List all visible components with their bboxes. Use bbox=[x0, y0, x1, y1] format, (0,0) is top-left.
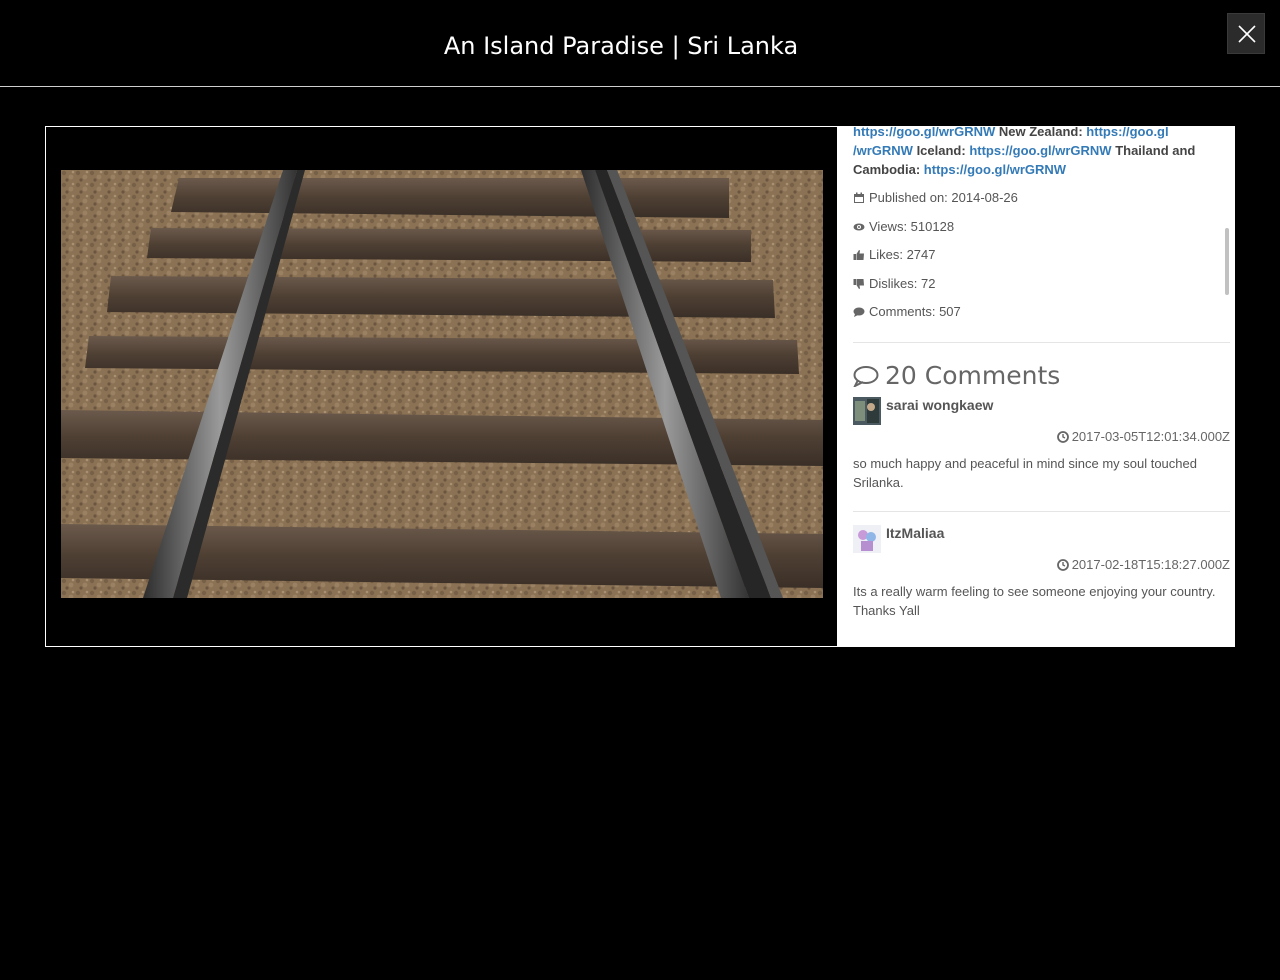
close-button[interactable] bbox=[1227, 13, 1265, 54]
video-description: https://goo.gl/wrGRNW New Zealand: https… bbox=[853, 127, 1230, 179]
comment-timestamp: 2017-02-18T15:18:27.000Z bbox=[853, 555, 1230, 575]
views-count: Views: 510128 bbox=[853, 213, 1230, 242]
thumbs-up-icon bbox=[853, 250, 864, 261]
comment-time-text: 2017-03-05T12:01:34.000Z bbox=[1071, 428, 1230, 444]
views-label: Views: 510128 bbox=[869, 218, 955, 234]
eye-icon bbox=[853, 223, 865, 231]
clock-icon bbox=[1056, 430, 1069, 443]
description-link[interactable]: /wrGRNW bbox=[853, 143, 913, 158]
comments-count: Comments: 507 bbox=[853, 298, 1230, 327]
comment-icon bbox=[853, 365, 879, 387]
modal-title: An Island Paradise | Sri Lanka bbox=[443, 32, 799, 60]
comment-text: Its a really warm feeling to see someone… bbox=[853, 583, 1216, 618]
comment-time-text: 2017-02-18T15:18:27.000Z bbox=[1071, 556, 1230, 572]
likes-count: Likes: 2747 bbox=[853, 241, 1230, 270]
calendar-icon bbox=[854, 192, 864, 204]
comment-item: ItzMaliaa 2017-02-18T15:18:27.000Z Its a… bbox=[853, 524, 1230, 620]
divider bbox=[853, 510, 1230, 512]
description-text: Iceland: bbox=[912, 143, 970, 158]
comment-author[interactable]: sarai wongkaew bbox=[886, 397, 993, 413]
published-label: Published on: 2014-08-26 bbox=[869, 190, 1018, 206]
avatar[interactable] bbox=[853, 396, 881, 425]
dislikes-label: Dislikes: 72 bbox=[869, 275, 936, 291]
dislikes-count: Dislikes: 72 bbox=[853, 270, 1230, 299]
video-player[interactable] bbox=[61, 170, 823, 598]
modal-header: An Island Paradise | Sri Lanka bbox=[0, 0, 1280, 87]
description-link[interactable]: https://goo.gl bbox=[1086, 127, 1168, 139]
comment-text: so much happy and peaceful in mind since… bbox=[853, 455, 1197, 490]
video-info-panel[interactable]: https://goo.gl/wrGRNW New Zealand: https… bbox=[837, 127, 1234, 646]
video-modal-panel: https://goo.gl/wrGRNW New Zealand: https… bbox=[45, 126, 1235, 647]
comments-heading: 20 Comments bbox=[853, 361, 1230, 391]
description-link[interactable]: https://goo.gl/wrGRNW bbox=[969, 143, 1111, 158]
clock-icon bbox=[1056, 558, 1069, 571]
close-icon bbox=[1238, 25, 1256, 43]
description-link[interactable]: https://goo.gl/wrGRNW bbox=[853, 127, 995, 139]
video-frame-railway-tracks bbox=[61, 170, 823, 598]
comment-timestamp: 2017-03-05T12:01:34.000Z bbox=[853, 427, 1230, 447]
info-scrollbar[interactable] bbox=[1225, 228, 1230, 295]
comment-author[interactable]: ItzMaliaa bbox=[886, 525, 944, 541]
comments-count-label: Comments: 507 bbox=[869, 304, 961, 320]
thumbs-down-icon bbox=[853, 278, 864, 289]
divider bbox=[853, 341, 1230, 343]
comments-heading-text: 20 Comments bbox=[885, 361, 1061, 390]
likes-label: Likes: 2747 bbox=[869, 247, 936, 263]
description-text: New Zealand: bbox=[995, 127, 1087, 139]
description-text: Cambodia: bbox=[853, 162, 924, 177]
published-date: Published on: 2014-08-26 bbox=[853, 184, 1230, 213]
description-link[interactable]: https://goo.gl/wrGRNW bbox=[924, 162, 1066, 177]
description-text: Thailand and bbox=[1111, 143, 1196, 158]
comment-icon bbox=[853, 307, 865, 318]
scrollbar-thumb[interactable] bbox=[1225, 228, 1229, 295]
comment-item: sarai wongkaew 2017-03-05T12:01:34.000Z … bbox=[853, 396, 1230, 512]
video-area bbox=[46, 127, 837, 646]
avatar[interactable] bbox=[853, 524, 881, 553]
